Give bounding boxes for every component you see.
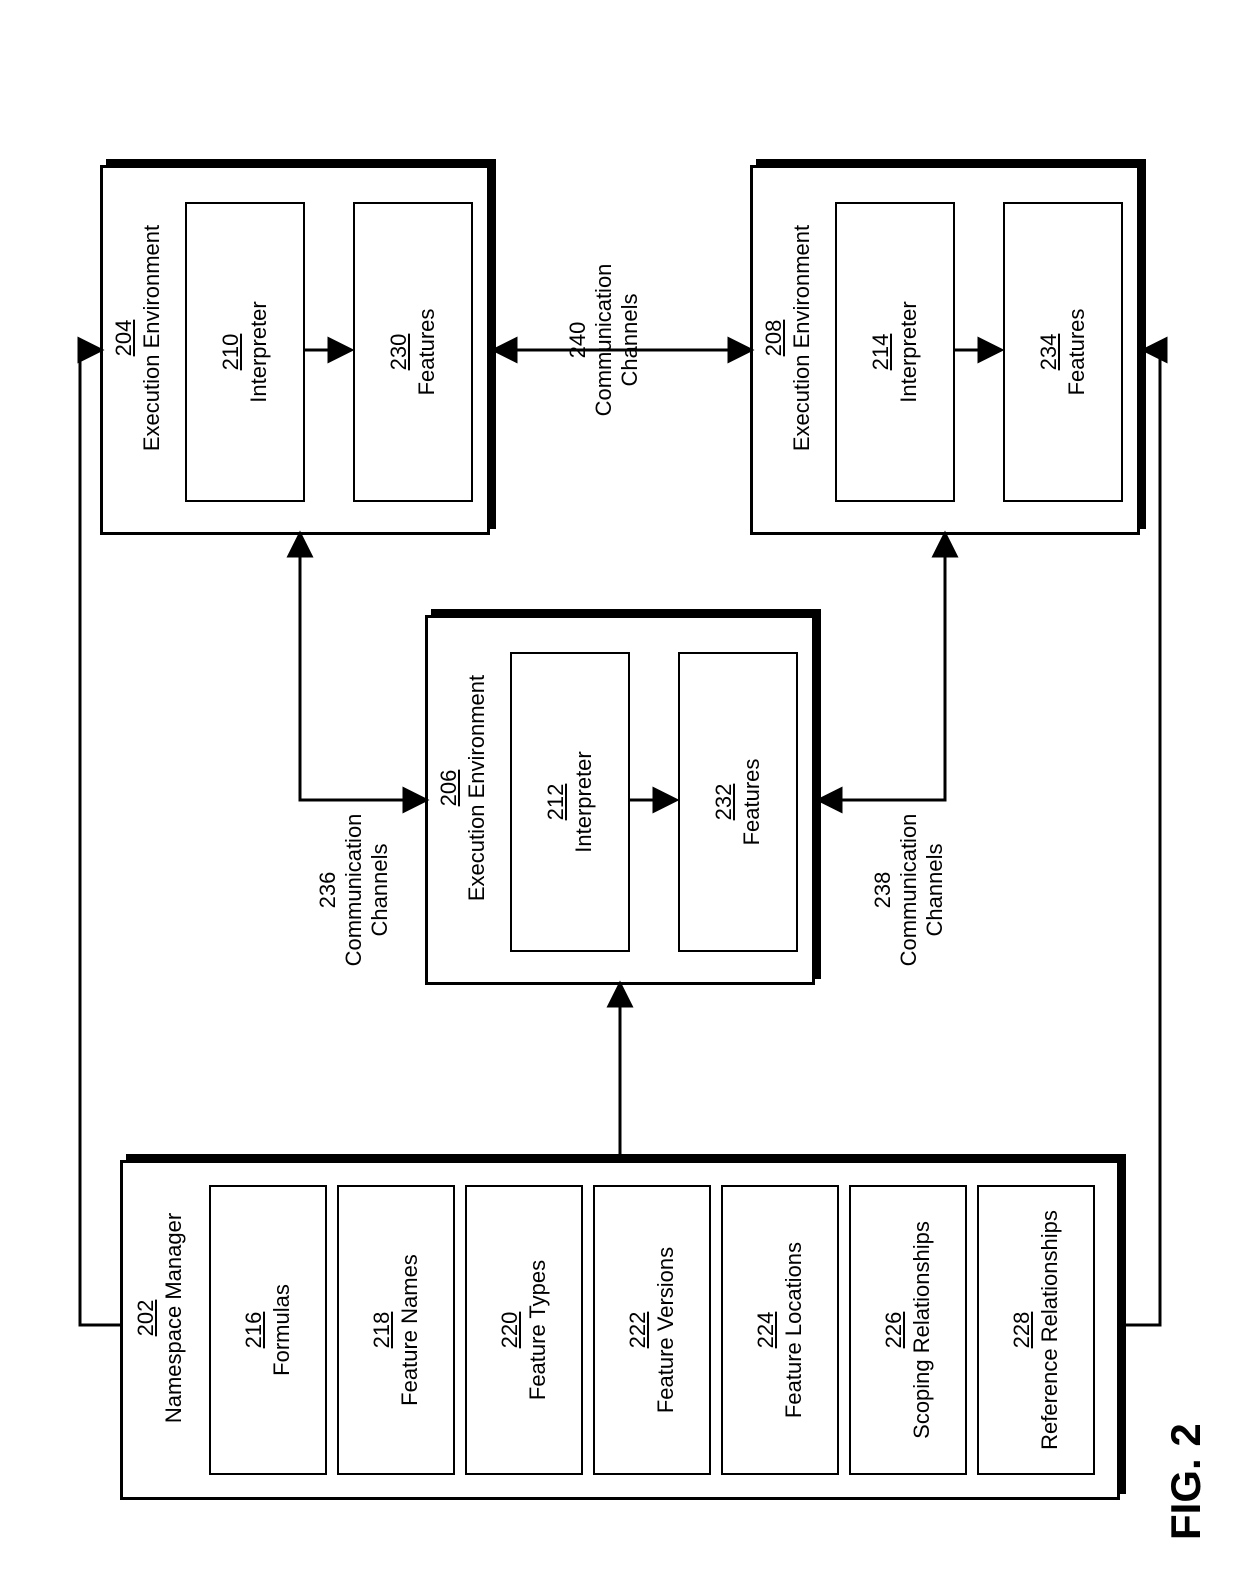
exec-env-206: 206 Execution Environment 212 Interprete…	[425, 615, 815, 985]
env-title: Execution Environment	[464, 606, 490, 970]
env-ref: 206	[436, 606, 462, 970]
namespace-manager-box: 202 Namespace Manager 216 Formulas 218 F…	[120, 1160, 1120, 1500]
env-int-label: Interpreter	[571, 751, 597, 853]
features-234: 234 Features	[1003, 202, 1123, 502]
ns-item-ref: 218	[369, 1312, 395, 1349]
ns-item-feature-locations: 224 Feature Locations	[721, 1185, 839, 1475]
features-230: 230 Features	[353, 202, 473, 502]
namespace-ref: 202	[133, 1151, 159, 1485]
interpreter-214: 214 Interpreter	[835, 202, 955, 502]
interpreter-210: 210 Interpreter	[185, 202, 305, 502]
ns-item-ref: 216	[241, 1312, 267, 1349]
ns-item-ref: 222	[625, 1312, 651, 1349]
channel-label: Communication Channels	[341, 780, 393, 1000]
ns-item-feature-versions: 222 Feature Versions	[593, 1185, 711, 1475]
ns-item-ref: 220	[497, 1312, 523, 1349]
ns-item-scoping: 226 Scoping Relationships	[849, 1185, 967, 1475]
ns-item-label: Reference Relationships	[1037, 1210, 1063, 1450]
ns-item-ref: 228	[1009, 1312, 1035, 1349]
channel-240: 240 Communication Channels	[565, 230, 643, 450]
env-int-label: Interpreter	[246, 301, 272, 403]
ns-item-ref: 224	[753, 1312, 779, 1349]
channel-238: 238 Communication Channels	[870, 780, 948, 1000]
env-feat-label: Features	[1064, 309, 1090, 396]
ns-item-feature-types: 220 Feature Types	[465, 1185, 583, 1475]
channel-ref: 240	[565, 322, 590, 359]
diagram-canvas: 202 Namespace Manager 216 Formulas 218 F…	[40, 40, 1200, 1540]
namespace-title: Namespace Manager	[161, 1151, 187, 1485]
features-232: 232 Features	[678, 652, 798, 952]
ns-item-ref: 226	[881, 1312, 907, 1349]
env-int-ref: 210	[218, 334, 244, 371]
env-feat-ref: 230	[386, 334, 412, 371]
env-ref: 204	[111, 156, 137, 520]
env-feat-label: Features	[414, 309, 440, 396]
env-feat-ref: 234	[1036, 334, 1062, 371]
ns-item-label: Formulas	[269, 1284, 295, 1376]
ns-item-label: Scoping Relationships	[909, 1221, 935, 1439]
channel-ref: 236	[315, 872, 340, 909]
ns-item-label: Feature Locations	[781, 1242, 807, 1418]
env-feat-label: Features	[739, 759, 765, 846]
interpreter-212: 212 Interpreter	[510, 652, 630, 952]
env-title: Execution Environment	[789, 156, 815, 520]
channel-label: Communication Channels	[896, 780, 948, 1000]
exec-env-204: 204 Execution Environment 210 Interprete…	[100, 165, 490, 535]
channel-236: 236 Communication Channels	[315, 780, 393, 1000]
exec-env-208: 208 Execution Environment 214 Interprete…	[750, 165, 1140, 535]
ns-item-label: Feature Versions	[653, 1247, 679, 1413]
channel-label: Communication Channels	[591, 230, 643, 450]
env-ref: 208	[761, 156, 787, 520]
channel-ref: 238	[870, 872, 895, 909]
figure-label: FIG. 2	[1162, 1423, 1210, 1540]
env-int-label: Interpreter	[896, 301, 922, 403]
env-int-ref: 214	[868, 334, 894, 371]
env-feat-ref: 232	[711, 784, 737, 821]
ns-item-reference: 228 Reference Relationships	[977, 1185, 1095, 1475]
ns-item-formulas: 216 Formulas	[209, 1185, 327, 1475]
ns-item-label: Feature Types	[525, 1260, 551, 1400]
env-int-ref: 212	[543, 784, 569, 821]
ns-item-label: Feature Names	[397, 1254, 423, 1406]
env-title: Execution Environment	[139, 156, 165, 520]
ns-item-feature-names: 218 Feature Names	[337, 1185, 455, 1475]
